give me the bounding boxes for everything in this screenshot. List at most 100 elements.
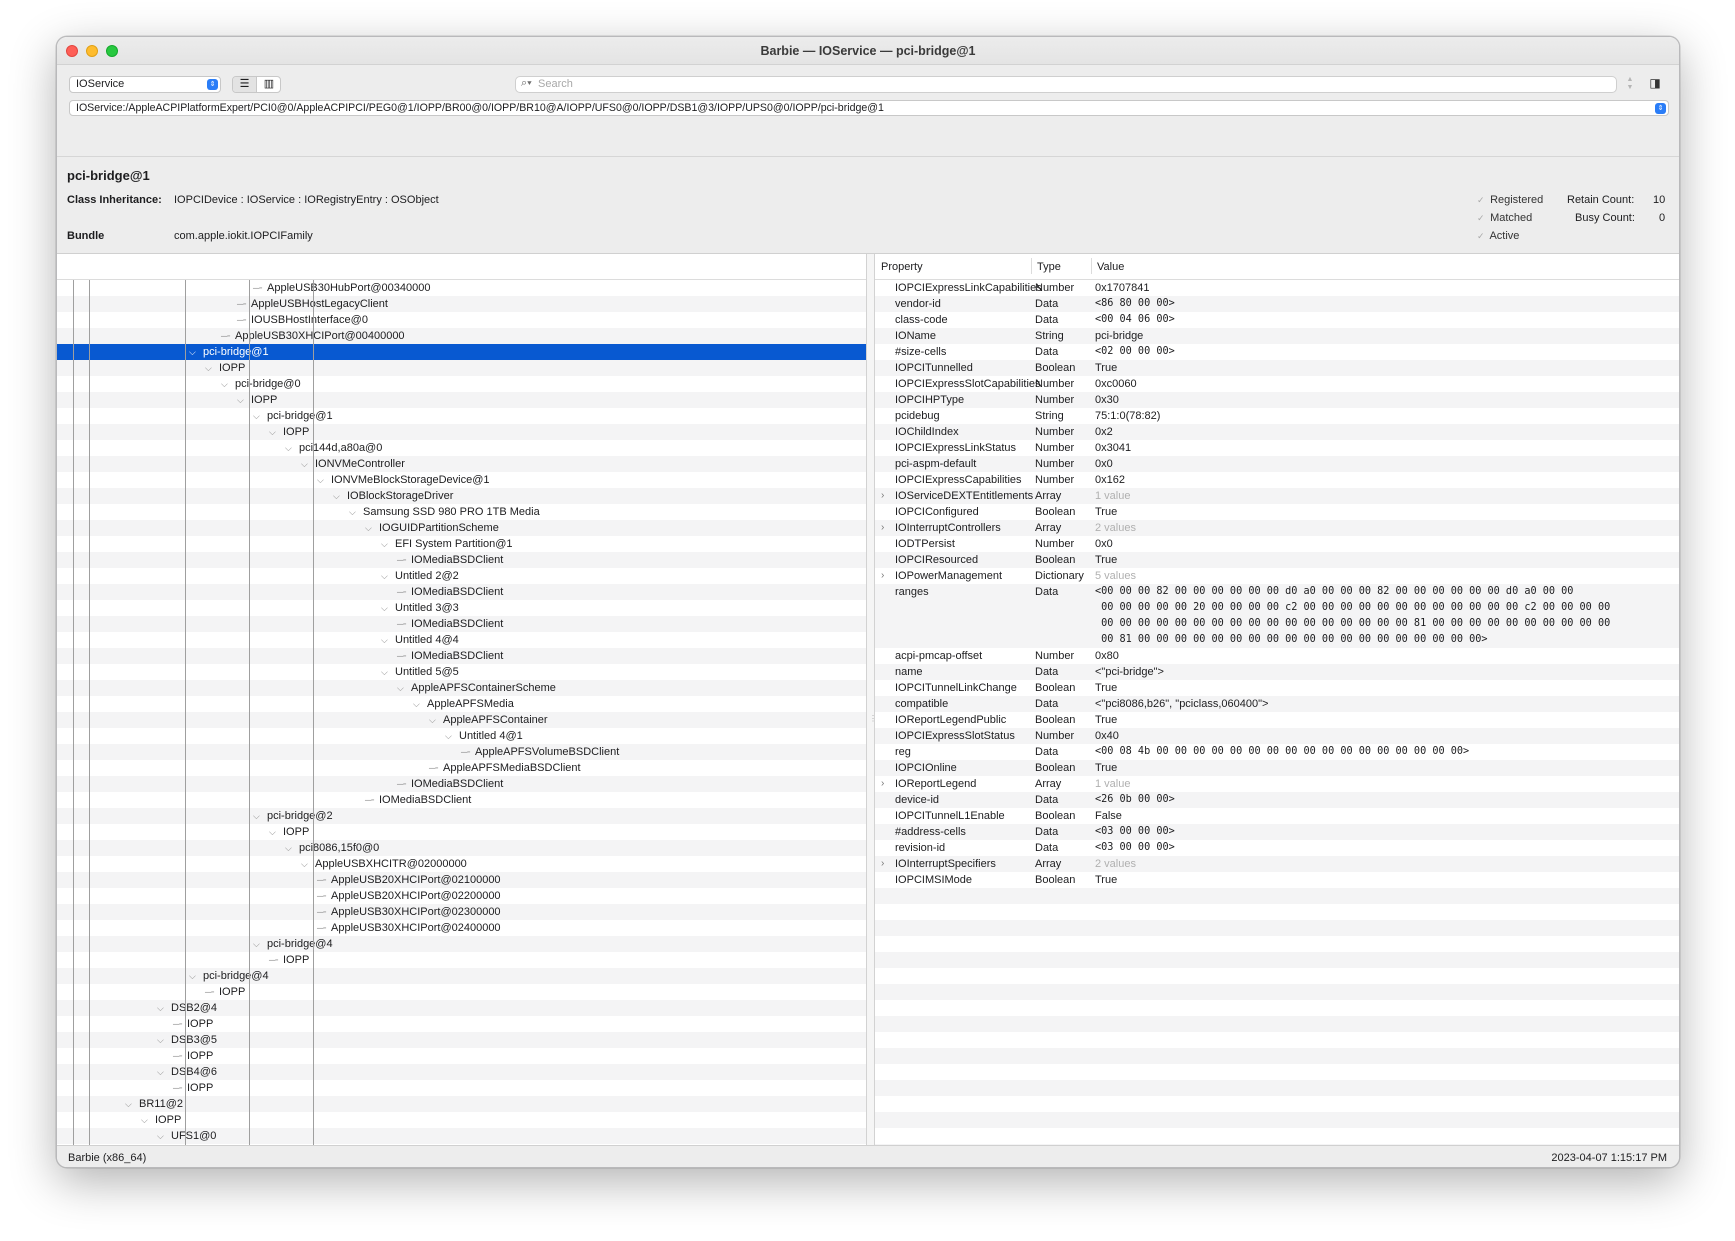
disclosure-triangle-icon[interactable]: ⌵ (125, 1096, 132, 1112)
disclosure-triangle-icon[interactable]: ⌵ (285, 440, 292, 456)
column-view-icon[interactable]: ▥ (257, 77, 280, 92)
tree-row[interactable]: ⌵ Untitled 5@5 (57, 664, 866, 680)
tree-row[interactable]: ⌵ EFI System Partition@1 (57, 536, 866, 552)
tree-row[interactable]: ─╴ IOMediaBSDClient (57, 776, 866, 792)
property-row[interactable] (875, 888, 1679, 904)
tree-row[interactable]: ⌵ IOPP (57, 824, 866, 840)
disclosure-chevron-icon[interactable]: › (881, 568, 884, 584)
tree-row[interactable]: ⌵ IOGUIDPartitionScheme (57, 520, 866, 536)
property-row[interactable]: class-code Data <00 04 06 00> (875, 312, 1679, 328)
property-row[interactable]: #address-cells Data <03 00 00 00> (875, 824, 1679, 840)
tree-row[interactable]: ⌵ AppleUSBXHCITR@02000000 (57, 856, 866, 872)
disclosure-triangle-icon[interactable]: ⌵ (317, 472, 324, 488)
search-stepper-icon[interactable]: ▲ ▼ (1625, 76, 1635, 93)
disclosure-triangle-icon[interactable]: ⌵ (253, 936, 260, 952)
disclosure-triangle-icon[interactable]: ⌵ (253, 408, 260, 424)
property-row[interactable]: acpi-pmcap-offset Number 0x80 (875, 648, 1679, 664)
property-row[interactable]: vendor-id Data <86 80 00 00> (875, 296, 1679, 312)
property-row[interactable]: IODTPersist Number 0x0 (875, 536, 1679, 552)
property-row[interactable]: IOPCITunnelL1Enable Boolean False (875, 808, 1679, 824)
disclosure-triangle-icon[interactable]: ⌵ (381, 536, 388, 552)
disclosure-triangle-icon[interactable]: ⌵ (157, 1032, 164, 1048)
property-row[interactable] (875, 920, 1679, 936)
tree-row[interactable]: ⌵ pci-bridge@4 (57, 936, 866, 952)
tree-row[interactable]: ─╴ AppleAPFSVolumeBSDClient (57, 744, 866, 760)
property-row[interactable]: IOPCIExpressLinkCapabilities Number 0x1707… (875, 280, 1679, 296)
tree-row[interactable]: ─╴ IOMediaBSDClient (57, 616, 866, 632)
tree-row[interactable]: ⌵ IONVMeBlockStorageDevice@1 (57, 472, 866, 488)
tree-row[interactable]: ⌵ pci-bridge@1 (57, 408, 866, 424)
property-row[interactable]: pci-aspm-default Number 0x0 (875, 456, 1679, 472)
property-row[interactable]: IOPCIConfigured Boolean True (875, 504, 1679, 520)
property-row[interactable]: IOPCIExpressSlotCapabilities Number 0xc006… (875, 376, 1679, 392)
tree-row[interactable]: ⌵ pci-bridge@2 (57, 808, 866, 824)
tree-row[interactable]: ⌵ IOPP (57, 392, 866, 408)
disclosure-triangle-icon[interactable]: ⌵ (141, 1112, 148, 1128)
disclosure-triangle-icon[interactable]: ⌵ (205, 360, 212, 376)
tree-row[interactable]: ─╴ AppleUSB20XHCIPort@02200000 (57, 888, 866, 904)
property-row[interactable] (875, 1080, 1679, 1096)
value-column-header[interactable]: Value (1097, 261, 1124, 273)
property-row[interactable] (875, 1064, 1679, 1080)
property-row[interactable]: › IOServiceDEXTEntitlements Array 1 value (875, 488, 1679, 504)
tree-row[interactable]: ⌵ Untitled 3@3 (57, 600, 866, 616)
property-row[interactable] (875, 968, 1679, 984)
disclosure-triangle-icon[interactable]: ⌵ (381, 664, 388, 680)
tree-row[interactable]: ─╴ AppleUSB20XHCIPort@02100000 (57, 872, 866, 888)
tree-row[interactable]: ⌵ pci144d,a80a@0 (57, 440, 866, 456)
tree-row[interactable]: ─╴ AppleUSB30XHCIPort@02400000 (57, 920, 866, 936)
plane-selector[interactable]: IOService ⇕ (69, 76, 221, 93)
property-row[interactable]: › IOInterruptSpecifiers Array 2 values (875, 856, 1679, 872)
tree-row[interactable]: ⌵ IOPP (57, 424, 866, 440)
disclosure-chevron-icon[interactable]: › (881, 856, 884, 872)
property-row[interactable]: IOReportLegendPublic Boolean True (875, 712, 1679, 728)
tree-row[interactable]: ─╴ IOPP (57, 1080, 866, 1096)
property-row[interactable] (875, 984, 1679, 1000)
disclosure-chevron-icon[interactable]: › (881, 520, 884, 536)
tree-row[interactable]: ⌵ IOPP (57, 360, 866, 376)
tree-row[interactable]: ⌵ Untitled 4@1 (57, 728, 866, 744)
disclosure-triangle-icon[interactable]: ⌵ (221, 376, 228, 392)
property-row[interactable] (875, 1096, 1679, 1112)
disclosure-triangle-icon[interactable]: ⌵ (381, 568, 388, 584)
type-column-header[interactable]: Type (1037, 261, 1061, 273)
property-row[interactable]: › IOReportLegend Array 1 value (875, 776, 1679, 792)
disclosure-triangle-icon[interactable]: ⌵ (157, 1000, 164, 1016)
property-row[interactable]: IOChildIndex Number 0x2 (875, 424, 1679, 440)
tree-row[interactable]: ⌵ pci8086,15f0@0 (57, 840, 866, 856)
property-row[interactable]: name Data <"pci-bridge"> (875, 664, 1679, 680)
property-row[interactable]: IOPCITunnelLinkChange Boolean True (875, 680, 1679, 696)
search-field[interactable]: ⌕▾ Search (515, 76, 1617, 93)
property-row[interactable]: revision-id Data <03 00 00 00> (875, 840, 1679, 856)
disclosure-triangle-icon[interactable]: ⌵ (189, 968, 196, 984)
tree-row[interactable]: ⌵ IOPP (57, 1112, 866, 1128)
disclosure-triangle-icon[interactable]: ⌵ (397, 680, 404, 696)
property-row[interactable]: IOPCIOnline Boolean True (875, 760, 1679, 776)
property-row[interactable] (875, 1128, 1679, 1144)
tree-row[interactable]: ⌵ AppleAPFSMedia (57, 696, 866, 712)
disclosure-triangle-icon[interactable]: ⌵ (253, 808, 260, 824)
disclosure-triangle-icon[interactable]: ⌵ (269, 824, 276, 840)
tree-row[interactable]: ─╴ IOMediaBSDClient (57, 792, 866, 808)
disclosure-triangle-icon[interactable]: ⌵ (349, 504, 356, 520)
property-row[interactable]: IOPCIExpressCapabilities Number 0x162 (875, 472, 1679, 488)
property-row[interactable] (875, 1000, 1679, 1016)
tree-row[interactable]: ─╴ IOUSBHostInterface@0 (57, 312, 866, 328)
tree-row[interactable]: ─╴ AppleUSB30HubPort@00340000 (57, 280, 866, 296)
property-row[interactable] (875, 952, 1679, 968)
tree-row[interactable]: ─╴ AppleUSBHostLegacyClient (57, 296, 866, 312)
disclosure-chevron-icon[interactable]: › (881, 776, 884, 792)
tree-row[interactable]: ─╴ IOMediaBSDClient (57, 584, 866, 600)
property-row[interactable] (875, 1032, 1679, 1048)
tree-row[interactable]: ─╴ IOMediaBSDClient (57, 648, 866, 664)
disclosure-triangle-icon[interactable]: ⌵ (301, 456, 308, 472)
property-row[interactable]: IOName String pci-bridge (875, 328, 1679, 344)
disclosure-triangle-icon[interactable]: ⌵ (413, 696, 420, 712)
property-row[interactable]: ranges Data <00 00 00 82 00 00 00 00 00 00… (875, 584, 1679, 648)
tree-row[interactable]: ⌵ IOBlockStorageDriver (57, 488, 866, 504)
property-row[interactable]: IOPCIMSIMode Boolean True (875, 872, 1679, 888)
property-row[interactable]: IOPCITunnelled Boolean True (875, 360, 1679, 376)
property-row[interactable]: reg Data <00 08 4b 00 00 00 00 00 00 00 00… (875, 744, 1679, 760)
registry-tree-pane[interactable]: ─╴ AppleUSB30HubPort@00340000 ─╴ AppleUSBHo… (57, 254, 866, 1145)
property-row[interactable]: compatible Data <"pci8086,b26", "pciclass,… (875, 696, 1679, 712)
